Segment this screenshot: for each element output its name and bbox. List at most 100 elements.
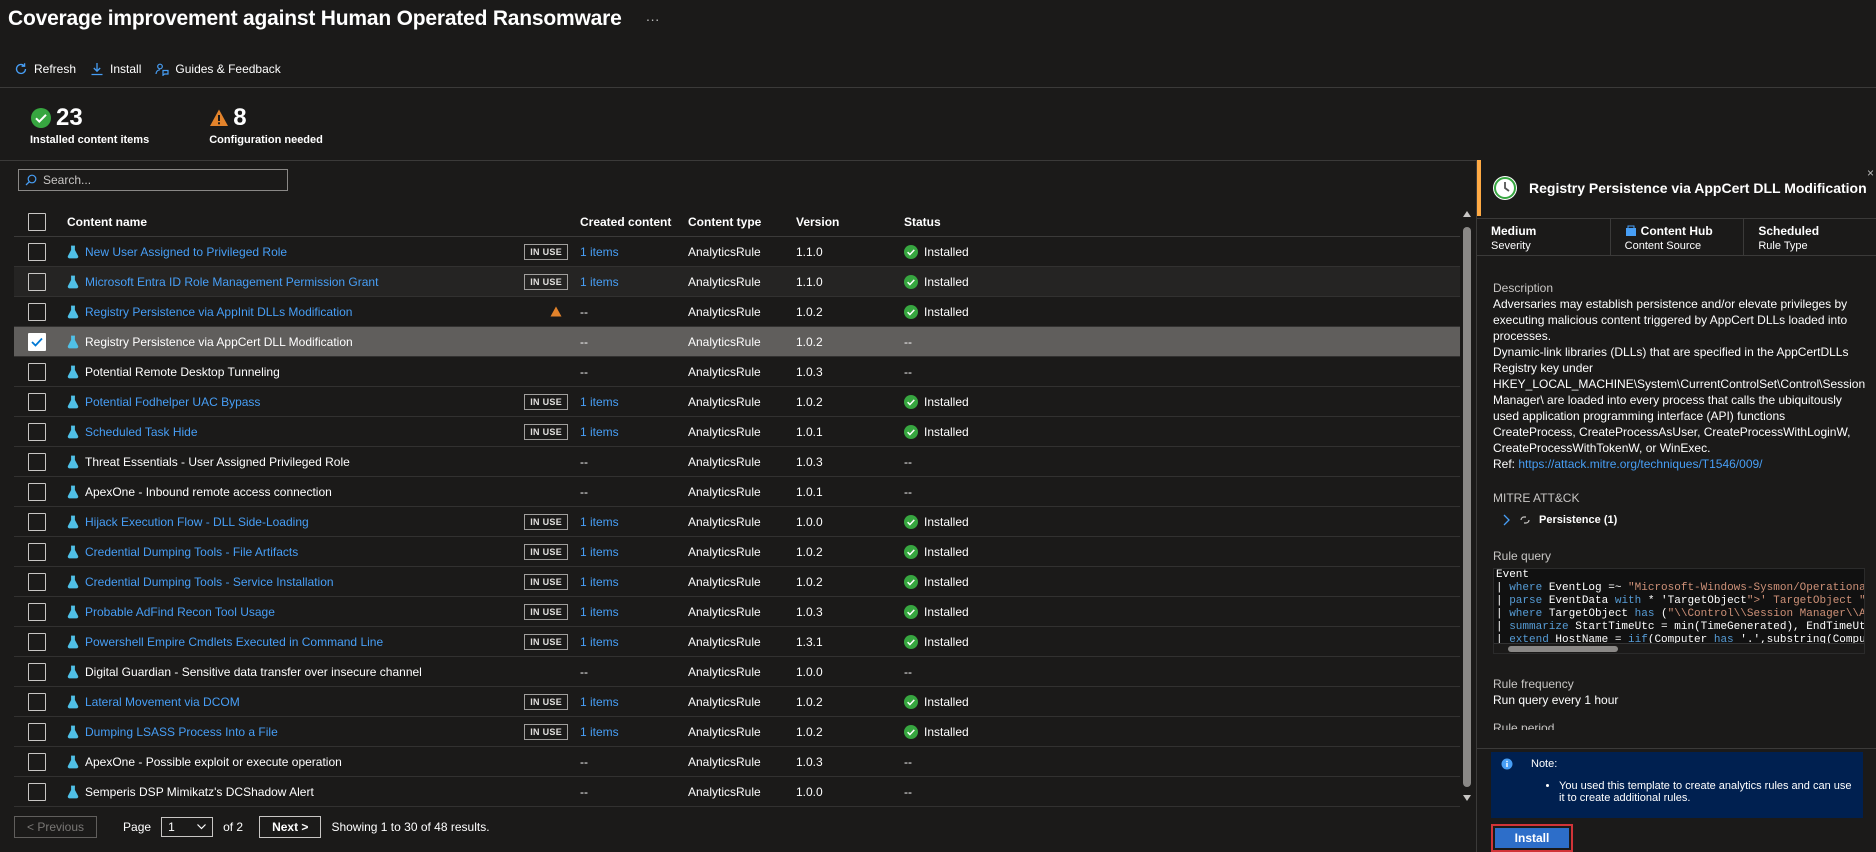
content-name[interactable]: Microsoft Entra ID Role Management Permi… xyxy=(85,275,524,289)
content-name[interactable]: Registry Persistence via AppInit DLLs Mo… xyxy=(85,305,550,319)
table-row[interactable]: ApexOne - Inbound remote access connecti… xyxy=(14,477,1460,507)
row-checkbox[interactable] xyxy=(28,272,46,291)
table-row[interactable]: Registry Persistence via AppCert DLL Mod… xyxy=(14,327,1460,357)
created-content[interactable]: 1 items xyxy=(580,575,688,589)
row-checkbox[interactable] xyxy=(28,242,46,261)
created-content[interactable]: 1 items xyxy=(580,245,688,259)
header-content-type[interactable]: Content type xyxy=(688,215,796,229)
created-content[interactable]: 1 items xyxy=(580,695,688,709)
scroll-up-icon[interactable] xyxy=(1463,211,1471,217)
refresh-button[interactable]: Refresh xyxy=(14,62,76,76)
status-text: Installed xyxy=(924,244,969,259)
content-name[interactable]: Probable AdFind Recon Tool Usage xyxy=(85,605,524,619)
row-checkbox[interactable] xyxy=(28,752,46,771)
content-name[interactable]: New User Assigned to Privileged Role xyxy=(85,245,524,259)
installed-check-icon xyxy=(904,274,918,289)
row-checkbox[interactable] xyxy=(28,362,46,381)
header-divider xyxy=(0,87,1876,88)
table-row[interactable]: Lateral Movement via DCOM IN USE 1 items An… xyxy=(14,687,1460,717)
scroll-down-icon[interactable] xyxy=(1463,795,1471,801)
source-value: Content Hub xyxy=(1640,224,1713,238)
row-checkbox[interactable] xyxy=(28,422,46,441)
table-row[interactable]: Scheduled Task Hide IN USE 1 items Analytic… xyxy=(14,417,1460,447)
header-content-name[interactable]: Content name xyxy=(67,215,580,229)
table-row[interactable]: Powershell Empire Cmdlets Executed in Co… xyxy=(14,627,1460,657)
row-checkbox[interactable] xyxy=(28,392,46,411)
row-checkbox[interactable] xyxy=(28,482,46,501)
header-created-content[interactable]: Created content xyxy=(580,215,688,229)
table-row[interactable]: ApexOne - Possible exploit or execute op… xyxy=(14,747,1460,777)
table-row[interactable]: Credential Dumping Tools - Service Insta… xyxy=(14,567,1460,597)
table-row[interactable]: Digital Guardian - Sensitive data transf… xyxy=(14,657,1460,687)
analytics-rule-icon xyxy=(67,545,79,558)
content-name[interactable]: Dumping LSASS Process Into a File xyxy=(85,725,524,739)
created-content[interactable]: 1 items xyxy=(580,275,688,289)
more-options-icon[interactable]: ··· xyxy=(646,11,660,27)
row-checkbox[interactable] xyxy=(28,332,46,351)
table-row[interactable]: Semperis DSP Mimikatz's DCShadow Alert --… xyxy=(14,777,1460,807)
close-icon[interactable]: × xyxy=(1867,166,1874,180)
mitre-reference-link[interactable]: https://attack.mitre.org/techniques/T154… xyxy=(1518,457,1762,471)
row-checkbox[interactable] xyxy=(28,632,46,651)
table-row[interactable]: Microsoft Entra ID Role Management Permi… xyxy=(14,267,1460,297)
row-checkbox[interactable] xyxy=(28,302,46,321)
install-button[interactable]: Install xyxy=(1495,828,1569,848)
content-name[interactable]: Credential Dumping Tools - Service Insta… xyxy=(85,575,524,589)
search-input[interactable] xyxy=(43,173,273,187)
analytics-rule-icon xyxy=(67,335,79,348)
content-name[interactable]: Powershell Empire Cmdlets Executed in Co… xyxy=(85,635,524,649)
content-name[interactable]: Lateral Movement via DCOM xyxy=(85,695,524,709)
guides-feedback-button[interactable]: Guides & Feedback xyxy=(155,62,281,76)
panel-body[interactable]: Description Adversaries may establish pe… xyxy=(1493,280,1865,730)
query-text: Event | where EventLog =~ "Microsoft-Win… xyxy=(1496,569,1865,646)
table-row[interactable]: New User Assigned to Privileged Role IN U… xyxy=(14,237,1460,267)
content-name[interactable]: Credential Dumping Tools - File Artifact… xyxy=(85,545,524,559)
table-row[interactable]: Credential Dumping Tools - File Artifact… xyxy=(14,537,1460,567)
rule-metadata: Medium Severity Content Hub Content Sour… xyxy=(1477,218,1876,256)
page-select[interactable]: 1 xyxy=(161,817,214,837)
created-content[interactable]: 1 items xyxy=(580,725,688,739)
rule-query-code[interactable]: Event | where EventLog =~ "Microsoft-Win… xyxy=(1493,568,1865,654)
query-scrollbar[interactable] xyxy=(1494,643,1864,653)
created-content[interactable]: 1 items xyxy=(580,515,688,529)
row-checkbox[interactable] xyxy=(28,572,46,591)
table-row[interactable]: Registry Persistence via AppInit DLLs Mo… xyxy=(14,297,1460,327)
row-checkbox[interactable] xyxy=(28,512,46,531)
install-toolbar-button[interactable]: Install xyxy=(90,62,141,76)
table-scrollbar[interactable] xyxy=(1460,207,1474,807)
content-name[interactable]: Scheduled Task Hide xyxy=(85,425,524,439)
row-checkbox[interactable] xyxy=(28,722,46,741)
in-use-badge: IN USE xyxy=(524,393,568,410)
created-content[interactable]: 1 items xyxy=(580,545,688,559)
previous-page-button[interactable]: < Previous xyxy=(14,816,98,838)
table-row[interactable]: Hijack Execution Flow - DLL Side-Loading… xyxy=(14,507,1460,537)
created-content[interactable]: 1 items xyxy=(580,605,688,619)
row-checkbox[interactable] xyxy=(28,692,46,711)
row-checkbox[interactable] xyxy=(28,542,46,561)
row-checkbox[interactable] xyxy=(28,602,46,621)
tactic-persistence[interactable]: Persistence (1) xyxy=(1503,512,1865,528)
header-version[interactable]: Version xyxy=(796,215,904,229)
status-cell: -- xyxy=(904,485,1204,499)
scrollbar-thumb[interactable] xyxy=(1463,227,1471,787)
table-row[interactable]: Dumping LSASS Process Into a File IN USE 1… xyxy=(14,717,1460,747)
content-name[interactable]: Hijack Execution Flow - DLL Side-Loading xyxy=(85,515,524,529)
installed-check-icon xyxy=(904,574,918,589)
select-all-checkbox[interactable] xyxy=(28,212,46,231)
created-content[interactable]: 1 items xyxy=(580,395,688,409)
table-row[interactable]: Probable AdFind Recon Tool Usage IN USE 1 … xyxy=(14,597,1460,627)
created-content[interactable]: 1 items xyxy=(580,635,688,649)
analytics-rule-icon xyxy=(67,575,79,588)
content-name[interactable]: Potential Fodhelper UAC Bypass xyxy=(85,395,524,409)
row-checkbox[interactable] xyxy=(28,662,46,681)
version: 1.0.2 xyxy=(796,544,823,559)
table-row[interactable]: Potential Fodhelper UAC Bypass IN USE 1 it… xyxy=(14,387,1460,417)
stat-installed: 23 Installed content items xyxy=(30,104,149,146)
header-status[interactable]: Status xyxy=(904,215,1204,229)
row-checkbox[interactable] xyxy=(28,452,46,471)
table-row[interactable]: Threat Essentials - User Assigned Privil… xyxy=(14,447,1460,477)
table-row[interactable]: Potential Remote Desktop Tunneling -- Anal… xyxy=(14,357,1460,387)
next-page-button[interactable]: Next > xyxy=(259,816,322,838)
row-checkbox[interactable] xyxy=(28,782,46,801)
created-content[interactable]: 1 items xyxy=(580,425,688,439)
